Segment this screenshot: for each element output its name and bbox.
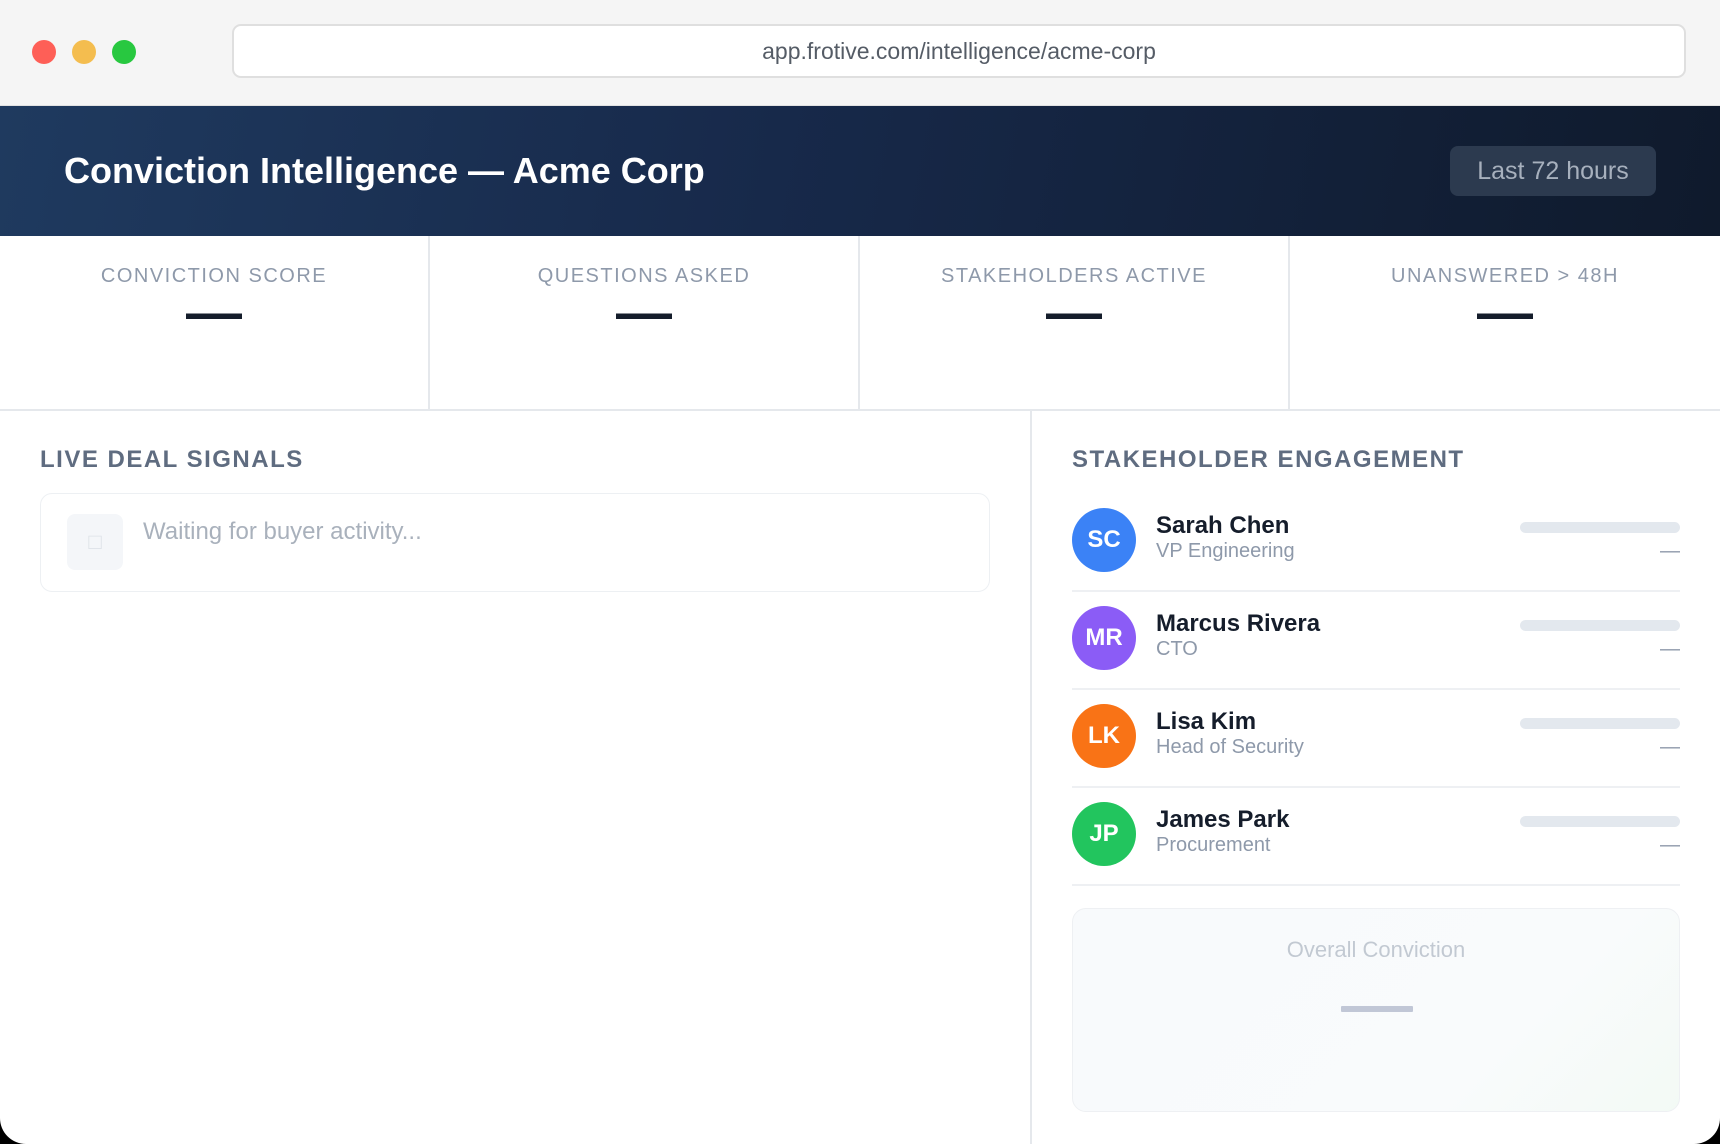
address-bar[interactable]: app.frotive.com/intelligence/acme-corp bbox=[232, 24, 1686, 78]
time-range-button[interactable]: Last 72 hours bbox=[1450, 146, 1656, 196]
overall-conviction-value bbox=[1341, 1006, 1413, 1012]
overall-conviction-card: Overall Conviction bbox=[1072, 908, 1680, 1112]
avatar: SC bbox=[1072, 508, 1136, 572]
live-deal-signals-title: LIVE DEAL SIGNALS bbox=[40, 446, 304, 473]
maximize-window-button[interactable] bbox=[112, 40, 136, 64]
minimize-window-button[interactable] bbox=[72, 40, 96, 64]
stat-value: — bbox=[186, 280, 242, 343]
avatar: LK bbox=[1072, 704, 1136, 768]
engagement-value: — bbox=[1660, 736, 1680, 758]
stakeholder-row[interactable]: LK Lisa Kim Head of Security — bbox=[1072, 690, 1680, 788]
stat-value: — bbox=[1477, 280, 1533, 343]
stat-value: — bbox=[616, 280, 672, 343]
stakeholder-name: James Park bbox=[1156, 806, 1290, 833]
stats-row: CONVICTION SCORE — QUESTIONS ASKED — STA… bbox=[0, 236, 1720, 411]
stakeholder-engagement-title: STAKEHOLDER ENGAGEMENT bbox=[1072, 446, 1465, 473]
engagement-bar bbox=[1520, 718, 1680, 729]
stakeholder-name: Sarah Chen bbox=[1156, 512, 1290, 539]
engagement-value: — bbox=[1660, 638, 1680, 660]
signal-placeholder-icon: □ bbox=[67, 514, 123, 570]
stakeholder-name: Lisa Kim bbox=[1156, 708, 1257, 735]
stakeholder-name: Marcus Rivera bbox=[1156, 610, 1321, 637]
stat-card-unanswered: UNANSWERED > 48H — bbox=[1290, 236, 1720, 409]
browser-chrome: app.frotive.com/intelligence/acme-corp bbox=[0, 0, 1720, 106]
page-header: Conviction Intelligence — Acme Corp Last… bbox=[0, 106, 1720, 236]
close-window-button[interactable] bbox=[32, 40, 56, 64]
stakeholder-role: CTO bbox=[1156, 638, 1198, 660]
stakeholder-role: VP Engineering bbox=[1156, 540, 1295, 562]
stat-card-stakeholders-active: STAKEHOLDERS ACTIVE — bbox=[860, 236, 1290, 409]
signal-empty-text: Waiting for buyer activity... bbox=[143, 518, 422, 545]
overall-conviction-label: Overall Conviction bbox=[1286, 937, 1466, 962]
stat-card-questions-asked: QUESTIONS ASKED — bbox=[430, 236, 860, 409]
engagement-value: — bbox=[1660, 540, 1680, 562]
stakeholder-row[interactable]: MR Marcus Rivera CTO — bbox=[1072, 592, 1680, 690]
page-title: Conviction Intelligence — Acme Corp bbox=[64, 150, 705, 191]
browser-window: app.frotive.com/intelligence/acme-corp C… bbox=[0, 0, 1720, 1144]
stakeholder-row[interactable]: JP James Park Procurement — bbox=[1072, 788, 1680, 886]
engagement-value: — bbox=[1660, 834, 1680, 856]
avatar: MR bbox=[1072, 606, 1136, 670]
stakeholder-role: Head of Security bbox=[1156, 736, 1304, 758]
stat-card-conviction-score: CONVICTION SCORE — bbox=[0, 236, 430, 409]
avatar: JP bbox=[1072, 802, 1136, 866]
engagement-bar bbox=[1520, 522, 1680, 533]
engagement-bar bbox=[1520, 816, 1680, 827]
engagement-bar bbox=[1520, 620, 1680, 631]
stakeholder-row[interactable]: SC Sarah Chen VP Engineering — bbox=[1072, 494, 1680, 592]
stat-value: — bbox=[1046, 280, 1102, 343]
stakeholder-role: Procurement bbox=[1156, 834, 1271, 856]
signal-empty-state: □ Waiting for buyer activity... bbox=[40, 493, 990, 592]
panel-divider bbox=[1030, 411, 1032, 1144]
